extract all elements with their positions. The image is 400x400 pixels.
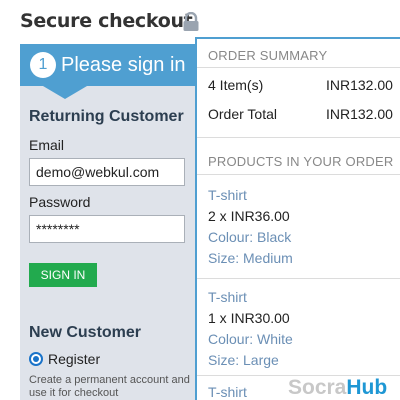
order-summary-panel: ORDER SUMMARY 4 Item(s) INR132.00 Order … [195,37,400,400]
product-qty-price: 1 x INR30.00 [208,310,290,326]
step-title: Please sign in [61,54,186,76]
new-customer-title: New Customer [29,324,142,341]
divider [197,137,400,138]
register-label[interactable]: Register [48,351,100,367]
order-total-value: INR132.00 [326,106,393,122]
order-summary-heading: ORDER SUMMARY [208,48,328,63]
page-title: Secure checkout [20,10,193,32]
register-radio[interactable] [29,352,43,366]
product-name[interactable]: T-shirt [208,384,247,400]
items-subtotal: INR132.00 [326,77,393,93]
socrahub-watermark: SocraHub [288,376,387,400]
checkout-header: Secure checkout [0,0,400,38]
product-name[interactable]: T-shirt [208,187,247,203]
product-name[interactable]: T-shirt [208,289,247,305]
watermark-hub: Hub [346,376,388,399]
password-field[interactable] [29,215,185,243]
divider [197,278,400,279]
sign-in-panel: 1 Please sign in Returning Customer Emai… [20,44,200,400]
product-colour: Colour: Black [208,229,292,245]
product-size: Size: Medium [208,250,293,266]
step-arrow [43,86,87,99]
products-heading: PRODUCTS IN YOUR ORDER [208,154,394,169]
sign-in-button[interactable]: SIGN IN [29,263,97,287]
order-total-label: Order Total [208,106,277,122]
email-label: Email [29,137,65,153]
watermark-socra: Socra [288,376,347,399]
register-helper-text: Create a permanent account and use it fo… [29,374,190,399]
product-colour: Colour: White [208,331,293,347]
product-qty-price: 2 x INR36.00 [208,208,290,224]
step-number: 1 [30,52,56,78]
email-field[interactable] [29,158,185,186]
returning-customer-title: Returning Customer [29,108,184,125]
product-size: Size: Large [208,352,279,368]
lock-icon [183,12,199,31]
password-label: Password [29,194,91,210]
items-count: 4 Item(s) [208,77,264,93]
divider [197,67,400,68]
step-header: 1 Please sign in [20,44,200,86]
divider [197,174,400,175]
